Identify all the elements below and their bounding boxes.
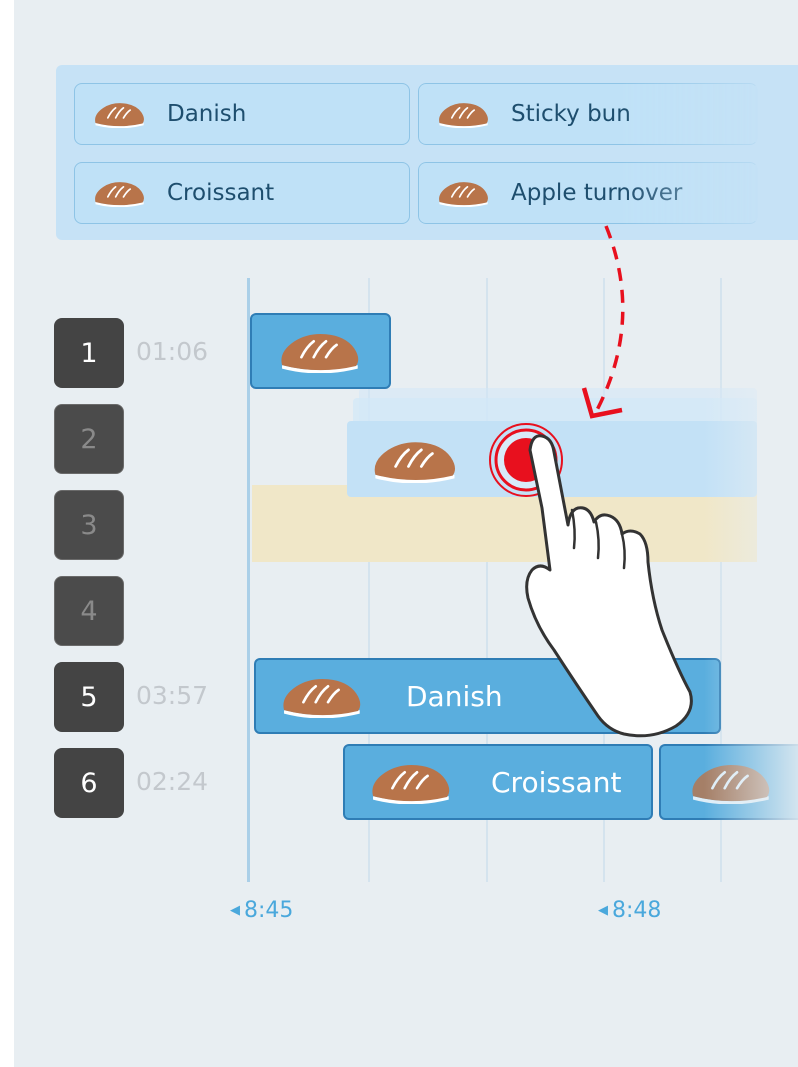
bread-icon (276, 674, 366, 718)
time-tick-label: ◀ 8:45 (230, 898, 294, 923)
block-label: Croissant (491, 765, 622, 799)
bread-icon (274, 329, 364, 373)
bread-icon (435, 179, 491, 207)
block-label: Danish (406, 679, 503, 713)
lane6-next-block[interactable] (659, 744, 798, 820)
palette-item-danish[interactable]: Danish (74, 83, 410, 145)
palette-item-label: Apple turnover (511, 180, 683, 206)
time-tick-label: ◀ 8:48 (598, 898, 662, 923)
bread-icon (365, 760, 455, 804)
caret-left-icon: ◀ (598, 903, 608, 918)
lane-timer: 01:06 (136, 337, 209, 366)
lane-badge-2[interactable]: 2 (54, 404, 124, 474)
caret-left-icon: ◀ (230, 903, 240, 918)
palette-item-label: Sticky bun (511, 101, 631, 127)
palette-item-croissant[interactable]: Croissant (74, 162, 410, 224)
bread-icon (91, 179, 147, 207)
lane-timer: 02:24 (136, 767, 209, 796)
lane-badge-6[interactable]: 6 (54, 748, 124, 818)
bread-icon (91, 100, 147, 128)
lane1-bake-block[interactable] (250, 313, 391, 389)
palette-item-label: Danish (167, 101, 247, 127)
bread-icon (367, 437, 461, 483)
lane-badge-4[interactable]: 4 (54, 576, 124, 646)
lane6-bake-block[interactable]: Croissant (343, 744, 653, 820)
lane-badge-3[interactable]: 3 (54, 490, 124, 560)
bread-icon (685, 760, 775, 804)
palette-item-apple-turnover[interactable]: Apple turnover (418, 162, 758, 224)
lane-badge-1[interactable]: 1 (54, 318, 124, 388)
app-canvas: Danish Sticky bun Croissant Apple turnov… (14, 0, 798, 1067)
tap-hand-icon (525, 434, 693, 738)
lane-badge-5[interactable]: 5 (54, 662, 124, 732)
dashed-arrow-icon (581, 225, 625, 419)
palette-item-label: Croissant (167, 180, 275, 206)
lane-timer: 03:57 (136, 681, 209, 710)
palette-item-sticky-bun[interactable]: Sticky bun (418, 83, 758, 145)
bread-icon (435, 100, 491, 128)
